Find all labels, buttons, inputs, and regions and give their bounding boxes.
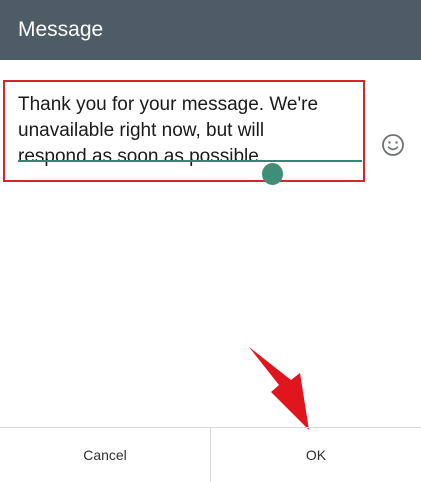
dialog-title: Message <box>18 18 104 41</box>
message-line-3: respond as soon as possible. <box>18 146 265 167</box>
emoji-icon <box>382 134 404 156</box>
message-line-1: Thank you for your message. We're <box>18 94 319 115</box>
dialog-title-bar: Message <box>0 0 421 60</box>
message-line-2: unavailable right now, but will <box>18 120 265 141</box>
input-underline <box>18 160 362 162</box>
emoji-button[interactable] <box>381 133 405 157</box>
cancel-button[interactable]: Cancel <box>0 428 210 482</box>
pointer-arrow-icon <box>249 347 309 430</box>
text-cursor-handle[interactable] <box>262 163 283 185</box>
ok-button[interactable]: OK <box>211 428 421 482</box>
message-input[interactable]: Thank you for your message. We're unavai… <box>18 92 363 170</box>
